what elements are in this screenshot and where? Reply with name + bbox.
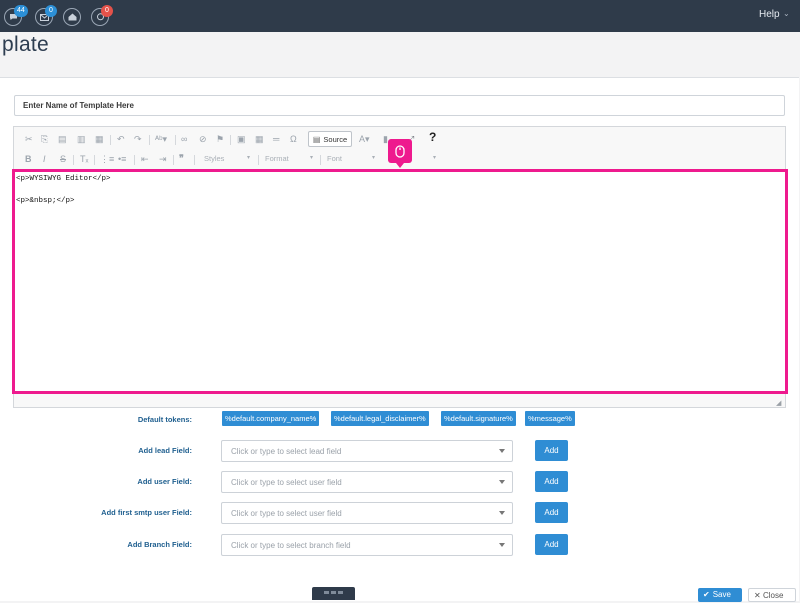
text-color-icon[interactable]: A▾ xyxy=(359,134,370,145)
strike-icon[interactable]: S xyxy=(60,154,66,165)
chevron-down-icon xyxy=(499,480,505,484)
spellcheck-icon[interactable]: ᴬᵇ▾ xyxy=(155,134,167,145)
close-icon: ✕ xyxy=(754,591,761,600)
image-icon[interactable]: ▣ xyxy=(237,134,246,145)
bulleted-list-icon[interactable]: •≡ xyxy=(118,154,126,165)
close-label: Close xyxy=(762,591,784,600)
numbered-list-icon[interactable]: ⋮≡ xyxy=(100,154,114,165)
chevron-down-icon xyxy=(499,449,505,453)
chevron-down-icon: ▾ xyxy=(247,155,251,161)
toolbar-separator xyxy=(258,155,259,165)
unlink-icon[interactable]: ⊘ xyxy=(199,134,207,145)
notifications-badge: 0 xyxy=(101,5,113,17)
mail-icon[interactable]: 0 xyxy=(35,5,57,26)
add-lead-field-button[interactable]: Add xyxy=(535,440,568,461)
copy-icon[interactable]: ⎘ xyxy=(41,134,48,145)
remove-format-icon[interactable]: Tₓ xyxy=(80,154,88,165)
resize-grip-icon[interactable]: ◢ xyxy=(776,399,781,407)
toolbar-separator xyxy=(134,155,135,165)
mail-badge: 0 xyxy=(45,5,57,17)
chevron-down-icon xyxy=(499,543,505,547)
add-user-field-button[interactable]: Add xyxy=(535,471,568,492)
bottom-drawer-handle[interactable] xyxy=(312,587,355,600)
token-legal-disclaimer[interactable]: %default.legal_disclaimer% xyxy=(331,411,429,426)
special-char-icon[interactable]: Ω xyxy=(290,134,297,145)
user-field-placeholder: Click or type to select user field xyxy=(231,478,342,487)
paste-icon[interactable]: ▤ xyxy=(58,134,67,145)
default-tokens-label: Default tokens: xyxy=(137,415,192,424)
smtp-user-field-label: Add first smtp user Field: xyxy=(101,508,192,517)
toolbar-separator xyxy=(94,155,95,165)
format-dropdown[interactable]: Format xyxy=(265,154,289,163)
help-icon[interactable]: ? xyxy=(429,131,436,143)
horizontal-line-icon[interactable]: ═ xyxy=(273,134,279,145)
chevron-down-icon[interactable]: ⌄ xyxy=(783,9,790,18)
undo-icon[interactable]: ↶ xyxy=(117,134,125,145)
branch-field-label: Add Branch Field: xyxy=(127,540,192,549)
bold-icon[interactable]: B xyxy=(25,154,32,165)
branch-field-placeholder: Click or type to select branch field xyxy=(231,541,351,550)
conversations-icon[interactable]: 44 xyxy=(4,5,28,26)
conversations-badge: 44 xyxy=(14,5,28,17)
help-menu[interactable]: Help xyxy=(759,9,780,20)
token-message[interactable]: %message% xyxy=(525,411,575,426)
italic-icon[interactable]: I xyxy=(43,154,46,165)
lead-field-select[interactable]: Click or type to select lead field xyxy=(221,440,513,462)
indent-icon[interactable]: ⇥ xyxy=(159,154,167,165)
blockquote-icon[interactable]: ❞ xyxy=(179,153,184,164)
toolbar-separator xyxy=(73,155,74,165)
smtp-user-field-select[interactable]: Click or type to select user field xyxy=(221,502,513,524)
font-size-dropdown-caret[interactable]: ▾ xyxy=(433,154,436,161)
outdent-icon[interactable]: ⇤ xyxy=(141,154,149,165)
token-signature[interactable]: %default.signature% xyxy=(441,411,516,426)
chevron-down-icon: ▾ xyxy=(310,155,314,161)
add-branch-field-button[interactable]: Add xyxy=(535,534,568,555)
template-name-input[interactable] xyxy=(14,95,785,116)
page-title: plate xyxy=(2,33,50,56)
styles-dropdown[interactable]: Styles xyxy=(204,154,224,163)
source-button[interactable]: ▤ Source xyxy=(308,131,352,147)
branch-field-select[interactable]: Click or type to select branch field xyxy=(221,534,513,556)
source-textarea[interactable]: <p>WYSIWYG Editor</p> <p>&nbsp;</p> xyxy=(14,172,785,394)
font-dropdown[interactable]: Font xyxy=(327,154,342,163)
lead-field-label: Add lead Field: xyxy=(138,446,192,455)
toolbar-separator xyxy=(194,155,195,165)
add-smtp-user-field-button[interactable]: Add xyxy=(535,502,568,523)
source-line-2: <p>&nbsp;</p> xyxy=(16,197,75,205)
mouse-click-icon xyxy=(388,139,412,168)
source-icon: ▤ xyxy=(312,134,321,144)
toolbar-separator xyxy=(320,155,321,165)
paste-word-icon[interactable]: ▦ xyxy=(95,134,104,145)
cut-icon[interactable]: ✂ xyxy=(25,134,33,145)
table-icon[interactable]: ▦ xyxy=(255,134,264,145)
notifications-icon[interactable]: 0 xyxy=(91,5,113,26)
source-line-1: <p>WYSIWYG Editor</p> xyxy=(16,175,111,183)
toolbar-separator xyxy=(175,135,176,145)
toolbar-separator xyxy=(173,155,174,165)
chevron-down-icon: ▾ xyxy=(372,155,376,161)
toolbar-separator xyxy=(110,135,111,145)
redo-icon[interactable]: ↷ xyxy=(134,134,142,145)
paste-text-icon[interactable]: ▥ xyxy=(77,134,86,145)
check-icon: ✔ xyxy=(703,590,710,599)
smtp-user-field-placeholder: Click or type to select user field xyxy=(231,509,342,518)
save-label: Save xyxy=(712,590,731,599)
toolbar-separator xyxy=(230,135,231,145)
toolbar-separator xyxy=(149,135,150,145)
token-company-name[interactable]: %default.company_name% xyxy=(222,411,320,426)
source-label: Source xyxy=(323,134,348,144)
user-field-label: Add user Field: xyxy=(137,477,192,486)
link-icon[interactable]: ∞ xyxy=(181,134,187,145)
chevron-down-icon xyxy=(499,511,505,515)
anchor-icon[interactable]: ⚑ xyxy=(216,134,224,145)
top-navbar: 44 0 0 Help ⌄ xyxy=(0,0,800,32)
lead-field-placeholder: Click or type to select lead field xyxy=(231,447,342,456)
user-field-select[interactable]: Click or type to select user field xyxy=(221,471,513,493)
inbox-icon[interactable] xyxy=(63,8,81,26)
